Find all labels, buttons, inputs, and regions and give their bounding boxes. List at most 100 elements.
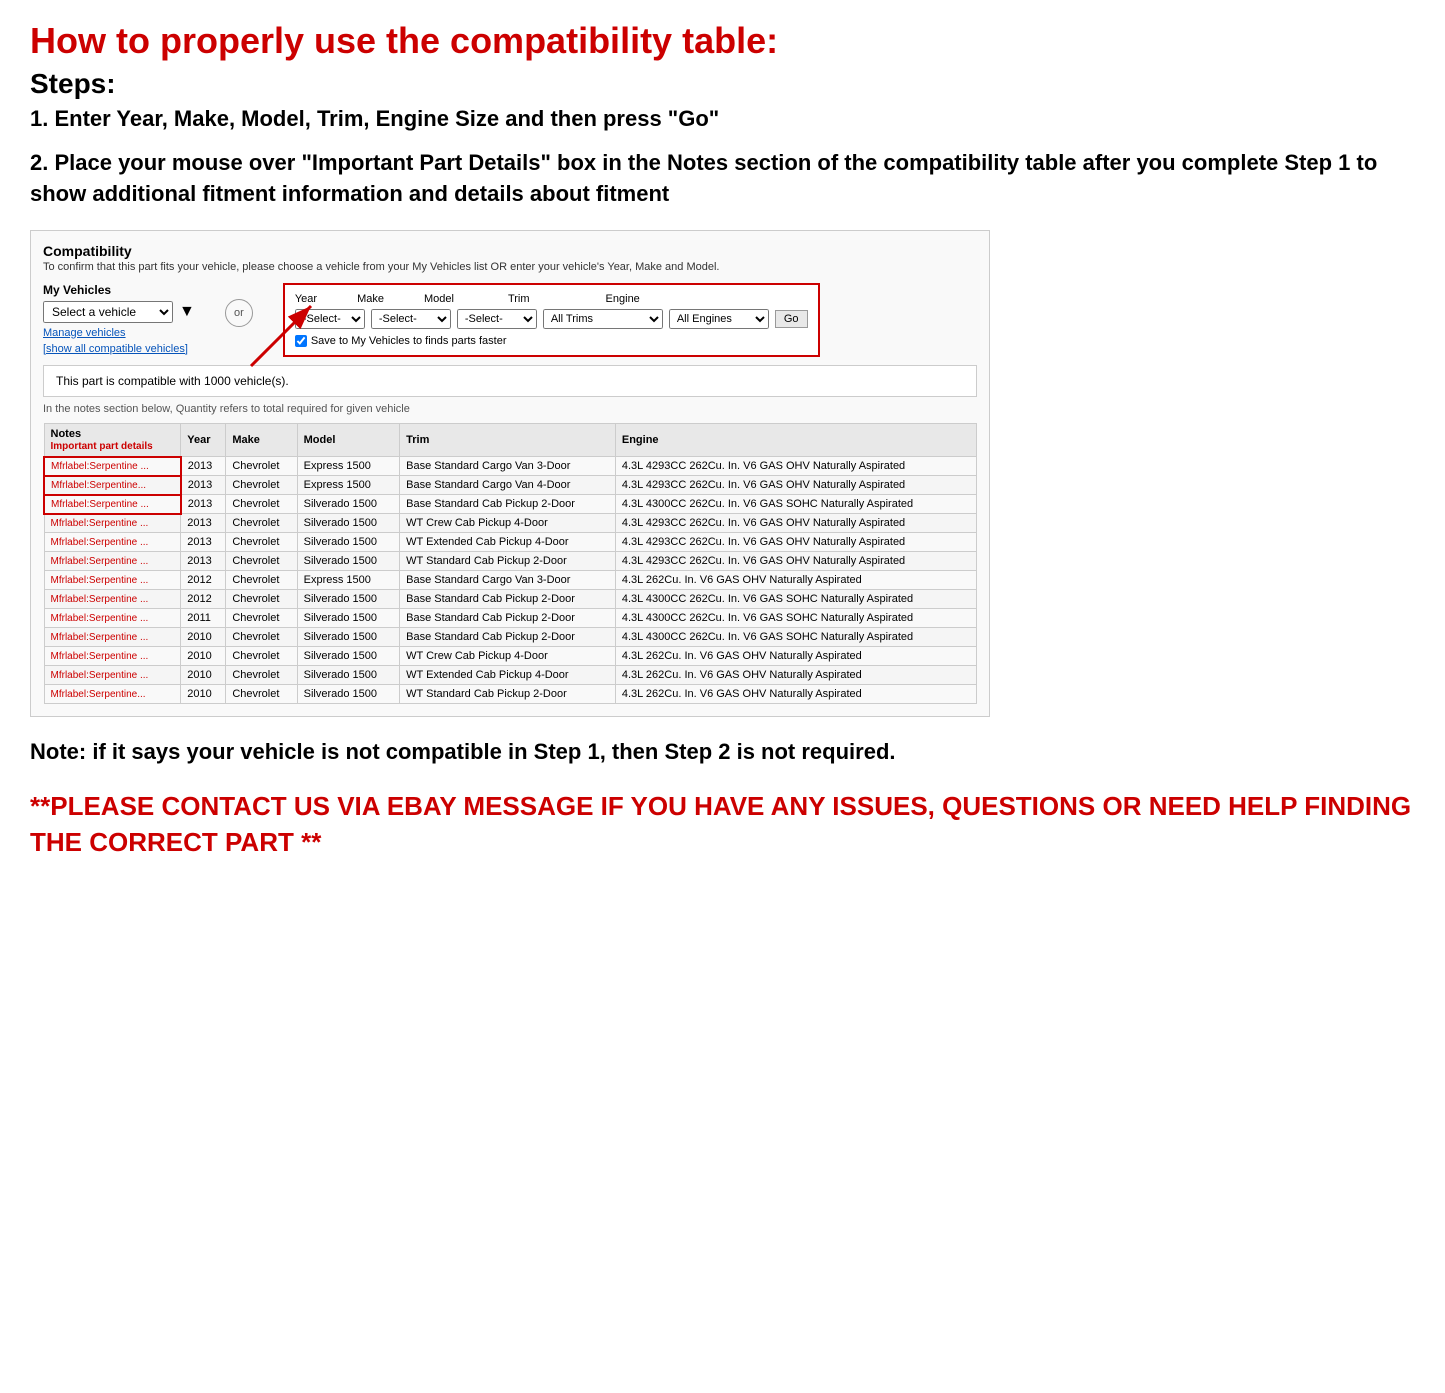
or-circle: or	[225, 299, 253, 327]
engine-label: Engine	[606, 293, 640, 305]
th-engine: Engine	[615, 423, 976, 457]
select-vehicle-wrapper: Select a vehicle ▼	[43, 301, 195, 323]
table-cell-5-2: Chevrolet	[226, 552, 297, 571]
save-check-row: Save to My Vehicles to finds parts faste…	[295, 335, 808, 347]
table-row: Mfrlabel:Serpentine ...2013ChevroletExpr…	[44, 457, 977, 476]
table-cell-0-0: Mfrlabel:Serpentine ...	[44, 457, 181, 476]
table-cell-12-3: Silverado 1500	[297, 685, 400, 704]
table-cell-4-1: 2013	[181, 533, 226, 552]
th-make: Make	[226, 423, 297, 457]
year-make-form: Year Make Model Trim Engine -Select- -Se…	[283, 283, 820, 357]
table-cell-0-5: 4.3L 4293CC 262Cu. In. V6 GAS OHV Natura…	[615, 457, 976, 476]
table-cell-7-0: Mfrlabel:Serpentine ...	[44, 590, 181, 609]
table-row: Mfrlabel:Serpentine ...2011ChevroletSilv…	[44, 609, 977, 628]
year-make-labels: Year Make Model Trim Engine	[295, 293, 808, 305]
make-select[interactable]: -Select-	[371, 309, 451, 329]
model-select[interactable]: -Select-	[457, 309, 537, 329]
table-cell-3-3: Silverado 1500	[297, 514, 400, 533]
make-label: Make	[357, 293, 384, 305]
table-cell-4-0: Mfrlabel:Serpentine ...	[44, 533, 181, 552]
table-header-row: Notes Important part details Year Make M…	[44, 423, 977, 457]
show-all-link[interactable]: [show all compatible vehicles]	[43, 343, 195, 355]
table-cell-8-4: Base Standard Cab Pickup 2-Door	[400, 609, 616, 628]
table-cell-5-1: 2013	[181, 552, 226, 571]
compat-title: Compatibility	[43, 243, 977, 259]
table-cell-12-2: Chevrolet	[226, 685, 297, 704]
table-cell-8-3: Silverado 1500	[297, 609, 400, 628]
table-row: Mfrlabel:Serpentine...2013ChevroletExpre…	[44, 476, 977, 495]
table-cell-7-5: 4.3L 4300CC 262Cu. In. V6 GAS SOHC Natur…	[615, 590, 976, 609]
th-year: Year	[181, 423, 226, 457]
model-label: Model	[424, 293, 454, 305]
table-cell-8-0: Mfrlabel:Serpentine ...	[44, 609, 181, 628]
table-cell-5-0: Mfrlabel:Serpentine ...	[44, 552, 181, 571]
year-select[interactable]: -Select-	[295, 309, 365, 329]
table-cell-5-3: Silverado 1500	[297, 552, 400, 571]
table-row: Mfrlabel:Serpentine ...2010ChevroletSilv…	[44, 628, 977, 647]
table-row: Mfrlabel:Serpentine ...2012ChevroletSilv…	[44, 590, 977, 609]
table-cell-7-3: Silverado 1500	[297, 590, 400, 609]
table-cell-3-4: WT Crew Cab Pickup 4-Door	[400, 514, 616, 533]
table-cell-9-1: 2010	[181, 628, 226, 647]
table-cell-0-3: Express 1500	[297, 457, 400, 476]
table-cell-8-2: Chevrolet	[226, 609, 297, 628]
table-row: Mfrlabel:Serpentine ...2013ChevroletSilv…	[44, 552, 977, 571]
table-cell-1-5: 4.3L 4293CC 262Cu. In. V6 GAS OHV Natura…	[615, 476, 976, 495]
compatible-text: This part is compatible with 1000 vehicl…	[43, 365, 977, 397]
table-cell-1-4: Base Standard Cargo Van 4-Door	[400, 476, 616, 495]
trim-label: Trim	[508, 293, 530, 305]
select-vehicle-dropdown[interactable]: Select a vehicle	[43, 301, 173, 323]
th-trim: Trim	[400, 423, 616, 457]
table-cell-11-4: WT Extended Cab Pickup 4-Door	[400, 666, 616, 685]
trim-select[interactable]: All Trims	[543, 309, 663, 329]
table-cell-10-4: WT Crew Cab Pickup 4-Door	[400, 647, 616, 666]
table-cell-5-5: 4.3L 4293CC 262Cu. In. V6 GAS OHV Natura…	[615, 552, 976, 571]
my-vehicles-row: My Vehicles Select a vehicle ▼ Manage ve…	[43, 283, 977, 357]
table-cell-6-5: 4.3L 262Cu. In. V6 GAS OHV Naturally Asp…	[615, 571, 976, 590]
table-cell-10-3: Silverado 1500	[297, 647, 400, 666]
table-cell-10-5: 4.3L 262Cu. In. V6 GAS OHV Naturally Asp…	[615, 647, 976, 666]
table-cell-1-1: 2013	[181, 476, 226, 495]
table-cell-9-0: Mfrlabel:Serpentine ...	[44, 628, 181, 647]
step1-text: 1. Enter Year, Make, Model, Trim, Engine…	[30, 106, 1415, 132]
dropdown-arrow-icon: ▼	[179, 303, 195, 321]
table-cell-11-0: Mfrlabel:Serpentine ...	[44, 666, 181, 685]
table-cell-2-1: 2013	[181, 495, 226, 514]
quantity-note: In the notes section below, Quantity ref…	[43, 403, 977, 415]
go-button[interactable]: Go	[775, 310, 808, 328]
engine-select[interactable]: All Engines	[669, 309, 769, 329]
table-row: Mfrlabel:Serpentine ...2010ChevroletSilv…	[44, 666, 977, 685]
compatibility-section: Compatibility To confirm that this part …	[30, 230, 990, 718]
table-cell-3-1: 2013	[181, 514, 226, 533]
table-row: Mfrlabel:Serpentine ...2012ChevroletExpr…	[44, 571, 977, 590]
table-cell-7-4: Base Standard Cab Pickup 2-Door	[400, 590, 616, 609]
step2-text: 2. Place your mouse over "Important Part…	[30, 148, 1415, 210]
table-cell-9-4: Base Standard Cab Pickup 2-Door	[400, 628, 616, 647]
table-cell-2-5: 4.3L 4300CC 262Cu. In. V6 GAS SOHC Natur…	[615, 495, 976, 514]
table-cell-3-5: 4.3L 4293CC 262Cu. In. V6 GAS OHV Natura…	[615, 514, 976, 533]
table-cell-11-1: 2010	[181, 666, 226, 685]
save-checkbox[interactable]	[295, 335, 307, 347]
main-title: How to properly use the compatibility ta…	[30, 20, 1415, 62]
table-cell-8-1: 2011	[181, 609, 226, 628]
table-cell-4-3: Silverado 1500	[297, 533, 400, 552]
table-cell-9-5: 4.3L 4300CC 262Cu. In. V6 GAS SOHC Natur…	[615, 628, 976, 647]
contact-text: **PLEASE CONTACT US VIA EBAY MESSAGE IF …	[30, 788, 1415, 861]
compat-table: Notes Important part details Year Make M…	[43, 423, 977, 705]
manage-vehicles-link[interactable]: Manage vehicles	[43, 327, 195, 339]
table-cell-11-3: Silverado 1500	[297, 666, 400, 685]
table-row: Mfrlabel:Serpentine ...2013ChevroletSilv…	[44, 495, 977, 514]
th-model: Model	[297, 423, 400, 457]
table-cell-1-3: Express 1500	[297, 476, 400, 495]
table-cell-12-5: 4.3L 262Cu. In. V6 GAS OHV Naturally Asp…	[615, 685, 976, 704]
table-cell-3-0: Mfrlabel:Serpentine ...	[44, 514, 181, 533]
table-cell-10-2: Chevrolet	[226, 647, 297, 666]
table-cell-7-2: Chevrolet	[226, 590, 297, 609]
my-vehicles-label: My Vehicles	[43, 283, 195, 297]
table-row: Mfrlabel:Serpentine ...2010ChevroletSilv…	[44, 647, 977, 666]
table-cell-0-4: Base Standard Cargo Van 3-Door	[400, 457, 616, 476]
year-label: Year	[295, 293, 317, 305]
note-text: Note: if it says your vehicle is not com…	[30, 737, 1415, 768]
table-cell-12-4: WT Standard Cab Pickup 2-Door	[400, 685, 616, 704]
table-cell-8-5: 4.3L 4300CC 262Cu. In. V6 GAS SOHC Natur…	[615, 609, 976, 628]
